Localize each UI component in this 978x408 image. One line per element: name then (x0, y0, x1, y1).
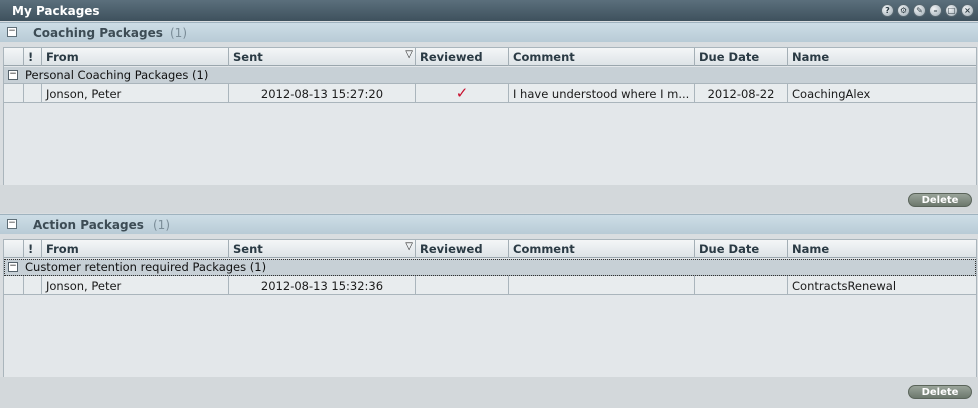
column-header-sent[interactable]: Sent ▽ (229, 48, 416, 66)
column-header-name[interactable]: Name (788, 48, 976, 66)
row-reviewed: ✓ (416, 84, 509, 103)
column-header-comment[interactable]: Comment (509, 240, 695, 258)
row-name: CoachingAlex (792, 87, 871, 101)
action-grid: ! From Sent ▽ Reviewed Comment Due Date N… (3, 239, 977, 379)
row-flag-cell (24, 276, 42, 295)
group-row[interactable]: − Personal Coaching Packages (1) (4, 67, 976, 84)
check-icon: ✓ (455, 84, 469, 102)
window-title: My Packages (12, 4, 100, 18)
edit-icon[interactable]: ✎ (913, 4, 926, 17)
row-from: Jonson, Peter (42, 84, 229, 103)
settings-icon[interactable]: ⚙ (897, 4, 910, 17)
column-header-from[interactable]: From (42, 240, 229, 258)
row-from: Jonson, Peter (42, 276, 229, 295)
coaching-grid: ! From Sent ▽ Reviewed Comment Due Date N… (3, 47, 977, 187)
column-header-reviewed[interactable]: Reviewed (416, 240, 509, 258)
row-sent: 2012-08-13 15:27:20 (229, 84, 416, 103)
group-row[interactable]: − Customer retention required Packages (… (4, 259, 976, 276)
column-header-flag[interactable]: ! (24, 48, 42, 66)
action-section-count: (1) (153, 218, 170, 232)
window-titlebar: My Packages ? ⚙ ✎ – □ × (0, 0, 978, 21)
row-sent: 2012-08-13 15:32:36 (229, 276, 416, 295)
column-header-from[interactable]: From (42, 48, 229, 66)
table-row[interactable]: Jonson, Peter 2012-08-13 15:27:20 ✓ I ha… (4, 84, 976, 103)
column-header-reviewed[interactable]: Reviewed (416, 48, 509, 66)
row-comment: I have understood where I m... (509, 84, 695, 103)
coaching-grid-header: ! From Sent ▽ Reviewed Comment Due Date N… (4, 48, 976, 66)
action-section-title: Action Packages (33, 218, 144, 232)
minimize-icon[interactable]: – (929, 4, 942, 17)
row-reviewed (416, 276, 509, 295)
row-flag-cell (24, 84, 42, 103)
row-due-date (695, 276, 788, 295)
column-header-select[interactable] (4, 48, 24, 66)
sort-desc-icon: ▽ (405, 241, 413, 252)
column-header-due-date[interactable]: Due Date (695, 48, 788, 66)
help-icon[interactable]: ? (881, 4, 894, 17)
collapse-icon[interactable]: − (8, 70, 18, 80)
coaching-section-title: Coaching Packages (33, 26, 163, 40)
action-footer: Delete (0, 377, 978, 408)
delete-button[interactable]: Delete (908, 385, 972, 399)
row-select-cell[interactable] (4, 276, 24, 295)
action-section-header: − Action Packages (1) (0, 214, 978, 234)
action-grid-header: ! From Sent ▽ Reviewed Comment Due Date N… (4, 240, 976, 258)
group-label: Personal Coaching Packages (1) (25, 68, 209, 82)
maximize-icon[interactable]: □ (945, 4, 958, 17)
collapse-icon[interactable]: − (8, 262, 18, 272)
group-label: Customer retention required Packages (1) (25, 260, 267, 274)
column-header-name[interactable]: Name (788, 240, 976, 258)
column-header-flag[interactable]: ! (24, 240, 42, 258)
column-header-sent[interactable]: Sent ▽ (229, 240, 416, 258)
coaching-section-count: (1) (170, 26, 187, 40)
column-header-select[interactable] (4, 240, 24, 258)
row-select-cell[interactable] (4, 84, 24, 103)
row-name: ContractsRenewal (792, 279, 897, 293)
column-header-comment[interactable]: Comment (509, 48, 695, 66)
collapse-icon[interactable]: − (7, 219, 17, 229)
sort-desc-icon: ▽ (405, 49, 413, 60)
close-icon[interactable]: × (961, 4, 974, 17)
column-header-sent-label: Sent (233, 242, 263, 256)
coaching-section-header: − Coaching Packages (1) (0, 22, 978, 42)
coaching-footer: Delete (0, 185, 978, 213)
window-tools: ? ⚙ ✎ – □ × (881, 4, 974, 17)
row-comment (509, 276, 695, 295)
column-header-due-date[interactable]: Due Date (695, 240, 788, 258)
column-header-sent-label: Sent (233, 50, 263, 64)
table-row[interactable]: Jonson, Peter 2012-08-13 15:32:36 Contra… (4, 276, 976, 295)
delete-button[interactable]: Delete (908, 193, 972, 207)
collapse-icon[interactable]: − (7, 27, 17, 37)
row-due-date: 2012-08-22 (695, 84, 788, 103)
